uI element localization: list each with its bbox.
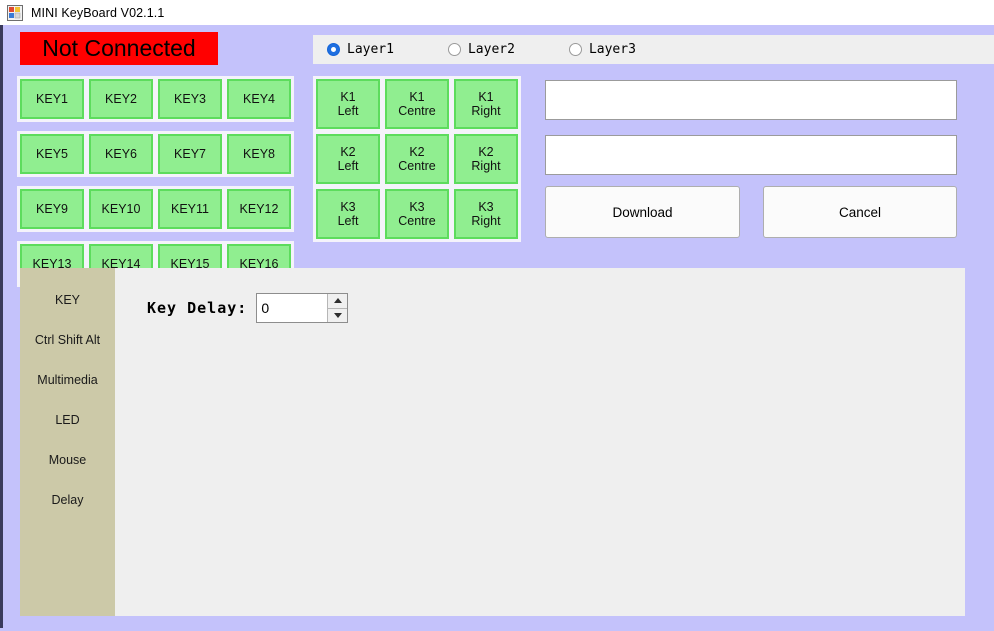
knob-button-k2-centre-line1: K2: [409, 144, 425, 159]
knob-button-k3-centre-line1: K3: [409, 199, 425, 214]
knob-button-k3-right[interactable]: K3 Right: [451, 186, 521, 242]
knob-button-k1-left[interactable]: K1 Left: [313, 76, 383, 132]
radio-layer2-mark: [447, 43, 461, 56]
title-bar: MINI KeyBoard V02.1.1: [0, 0, 994, 25]
download-button[interactable]: Download: [545, 186, 740, 238]
knob-button-k1-centre-line1: K1: [409, 89, 425, 104]
knob-button-k3-left-line2: Left: [337, 214, 359, 228]
radio-layer1[interactable]: Layer1: [327, 42, 394, 57]
knob-button-k1-centre[interactable]: K1 Centre: [382, 76, 452, 132]
key-button-8[interactable]: KEY8: [224, 131, 294, 177]
connection-status-label: Not Connected: [20, 32, 218, 65]
window-title: MINI KeyBoard V02.1.1: [31, 5, 165, 20]
sidebar-item-key[interactable]: KEY: [20, 280, 115, 320]
knob-button-k1-right-line1: K1: [478, 89, 494, 104]
knob-button-k2-left[interactable]: K2 Left: [313, 131, 383, 187]
key-button-1[interactable]: KEY1: [17, 76, 87, 122]
key-button-10[interactable]: KEY10: [86, 186, 156, 232]
key-delay-label: Key Delay:: [147, 299, 248, 317]
key-button-grid: KEY1 KEY2 KEY3 KEY4 KEY5 KEY6 KEY7 KEY8 …: [17, 76, 296, 287]
key-delay-spinner-arrows: [327, 294, 348, 322]
sidebar-item-delay[interactable]: Delay: [20, 480, 115, 520]
knob-button-k2-left-line1: K2: [340, 144, 356, 159]
radio-layer3-mark: [568, 43, 582, 56]
app-form-icon: [7, 4, 23, 21]
category-sidebar: KEY Ctrl Shift Alt Multimedia LED Mouse …: [20, 268, 115, 616]
chevron-up-icon: [333, 298, 342, 304]
radio-layer2-label: Layer2: [467, 42, 515, 57]
spinner-up-button[interactable]: [328, 294, 348, 309]
knob-button-k1-left-line2: Left: [337, 104, 359, 118]
knob-button-k3-centre-line2: Centre: [398, 214, 436, 228]
sidebar-item-multimedia[interactable]: Multimedia: [20, 360, 115, 400]
knob-button-k1-right-line2: Right: [471, 104, 501, 118]
layer-selection-panel: Layer1 Layer2 Layer3: [313, 35, 994, 64]
knob-button-k1-centre-line2: Centre: [398, 104, 436, 118]
knob-button-k3-right-line2: Right: [471, 214, 501, 228]
sidebar-item-ctrl-shift-alt[interactable]: Ctrl Shift Alt: [20, 320, 115, 360]
knob-button-k2-right[interactable]: K2 Right: [451, 131, 521, 187]
key-button-2[interactable]: KEY2: [86, 76, 156, 122]
key-button-4[interactable]: KEY4: [224, 76, 294, 122]
radio-layer1-mark: [327, 43, 340, 56]
key-button-12[interactable]: KEY12: [224, 186, 294, 232]
spinner-down-button[interactable]: [328, 308, 348, 322]
macro-text-input-1[interactable]: [545, 80, 957, 120]
key-delay-spinner[interactable]: [256, 293, 349, 323]
window-left-border: [0, 25, 3, 631]
knob-button-k1-right[interactable]: K1 Right: [451, 76, 521, 132]
knob-button-k2-left-line2: Left: [337, 159, 359, 173]
macro-text-input-2[interactable]: [545, 135, 957, 175]
key-button-3[interactable]: KEY3: [155, 76, 225, 122]
app-window: MINI KeyBoard V02.1.1 Not Connected Laye…: [0, 0, 994, 631]
key-button-7[interactable]: KEY7: [155, 131, 225, 177]
knob-button-k2-right-line1: K2: [478, 144, 494, 159]
knob-button-k2-centre[interactable]: K2 Centre: [382, 131, 452, 187]
knob-button-k3-right-line1: K3: [478, 199, 494, 214]
knob-button-k3-left[interactable]: K3 Left: [313, 186, 383, 242]
radio-layer3-label: Layer3: [588, 42, 636, 57]
chevron-down-icon: [333, 312, 342, 318]
knob-button-k1-left-line1: K1: [340, 89, 356, 104]
radio-layer2[interactable]: Layer2: [447, 42, 515, 57]
key-delay-row: Key Delay:: [147, 293, 349, 323]
key-button-5[interactable]: KEY5: [17, 131, 87, 177]
knob-button-k3-left-line1: K3: [340, 199, 356, 214]
radio-layer1-label: Layer1: [347, 42, 394, 57]
knob-button-k2-centre-line2: Centre: [398, 159, 436, 173]
key-delay-input[interactable]: [257, 294, 328, 322]
knob-button-k2-right-line2: Right: [471, 159, 501, 173]
key-button-9[interactable]: KEY9: [17, 186, 87, 232]
sidebar-item-led[interactable]: LED: [20, 400, 115, 440]
key-button-11[interactable]: KEY11: [155, 186, 225, 232]
cancel-button[interactable]: Cancel: [763, 186, 957, 238]
knob-button-grid: K1 Left K1 Centre K1 Right K2 Left K2 Ce…: [313, 76, 523, 242]
sidebar-item-mouse[interactable]: Mouse: [20, 440, 115, 480]
knob-button-k3-centre[interactable]: K3 Centre: [382, 186, 452, 242]
content-panel: Key Delay:: [115, 268, 965, 616]
radio-layer3[interactable]: Layer3: [568, 42, 636, 57]
key-button-6[interactable]: KEY6: [86, 131, 156, 177]
